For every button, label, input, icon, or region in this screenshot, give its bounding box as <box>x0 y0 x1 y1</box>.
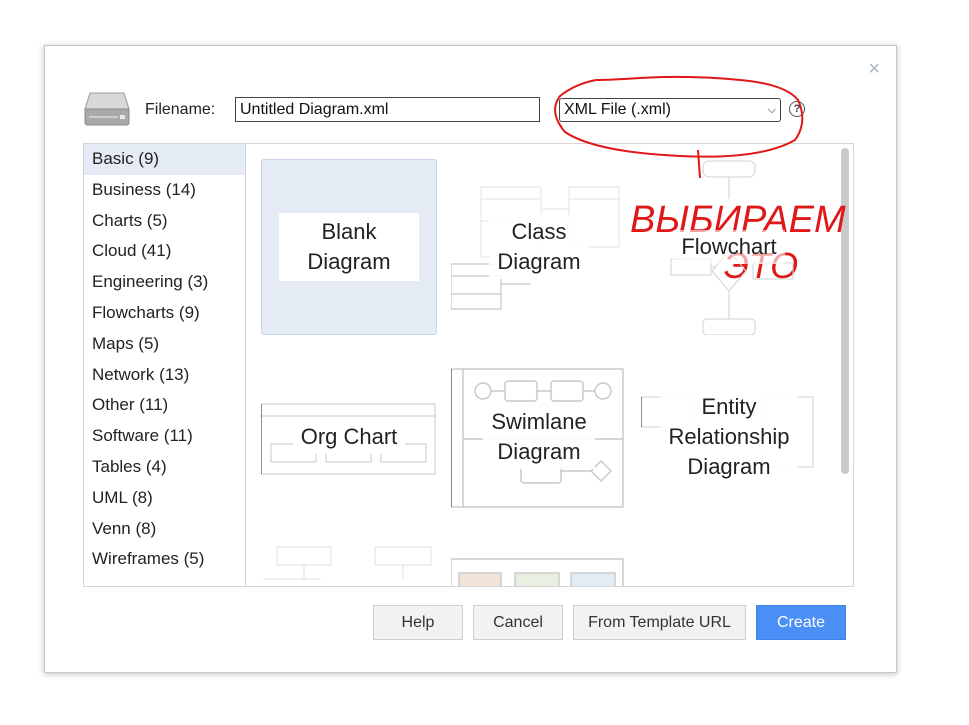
template-panel: Basic (9) Business (14) Charts (5) Cloud (4… <box>83 143 854 587</box>
category-item[interactable]: Wireframes (5) <box>84 544 245 575</box>
chevron-down-icon: ⌵ <box>767 103 776 116</box>
category-item[interactable]: Flowcharts (9) <box>84 298 245 329</box>
new-diagram-dialog: × Filename: XML File (.xml) ⌵ ? Basic (9… <box>44 45 897 673</box>
category-item[interactable]: Cloud (41) <box>84 236 245 267</box>
category-item[interactable]: Tables (4) <box>84 452 245 483</box>
category-item[interactable]: Network (13) <box>84 360 245 391</box>
file-format-select[interactable]: XML File (.xml) ⌵ <box>559 98 781 122</box>
template-label: Class Diagram <box>489 215 589 279</box>
category-item[interactable]: Software (11) <box>84 421 245 452</box>
template-label: Entity Relationship Diagram <box>660 390 798 484</box>
category-item[interactable]: Other (11) <box>84 390 245 421</box>
template-label: Blank Diagram <box>279 213 419 281</box>
help-button[interactable]: Help <box>373 605 463 640</box>
category-item[interactable]: Maps (5) <box>84 329 245 360</box>
category-list: Basic (9) Business (14) Charts (5) Cloud (4… <box>84 144 246 586</box>
filename-input[interactable] <box>235 97 540 122</box>
template-uml-preview[interactable] <box>261 539 437 586</box>
file-format-value: XML File (.xml) <box>564 101 671 118</box>
template-blank-diagram[interactable]: Blank Diagram <box>261 159 437 335</box>
template-class-diagram[interactable]: Class Diagram <box>451 159 627 335</box>
template-org-chart[interactable]: Org Chart <box>261 349 437 525</box>
template-scrollbar[interactable] <box>841 148 849 474</box>
close-icon[interactable]: × <box>868 58 880 81</box>
category-item[interactable]: Basic (9) <box>84 144 245 175</box>
from-template-url-button[interactable]: From Template URL <box>573 605 746 640</box>
category-item[interactable]: Charts (5) <box>84 206 245 237</box>
category-item[interactable]: Business (14) <box>84 175 245 206</box>
create-button[interactable]: Create <box>756 605 846 640</box>
cancel-button[interactable]: Cancel <box>473 605 563 640</box>
category-item[interactable]: UML (8) <box>84 483 245 514</box>
template-label: Swimlane Diagram <box>483 405 595 469</box>
template-label: Org Chart <box>292 420 406 454</box>
category-item[interactable]: Venn (8) <box>84 514 245 545</box>
filename-label: Filename: <box>145 101 216 118</box>
template-label: Flowchart <box>673 230 785 264</box>
wireframe-preview-icon <box>451 558 624 586</box>
help-icon[interactable]: ? <box>789 101 805 117</box>
template-swimlane-diagram[interactable]: Swimlane Diagram <box>451 349 627 525</box>
template-wireframe-preview[interactable] <box>451 539 627 586</box>
uml-preview-icon <box>263 546 432 580</box>
template-entity-relationship-diagram[interactable]: Entity Relationship Diagram <box>641 349 817 525</box>
hard-drive-icon <box>84 92 130 126</box>
template-flowchart[interactable]: Flowchart <box>641 159 817 335</box>
category-item[interactable]: Engineering (3) <box>84 267 245 298</box>
